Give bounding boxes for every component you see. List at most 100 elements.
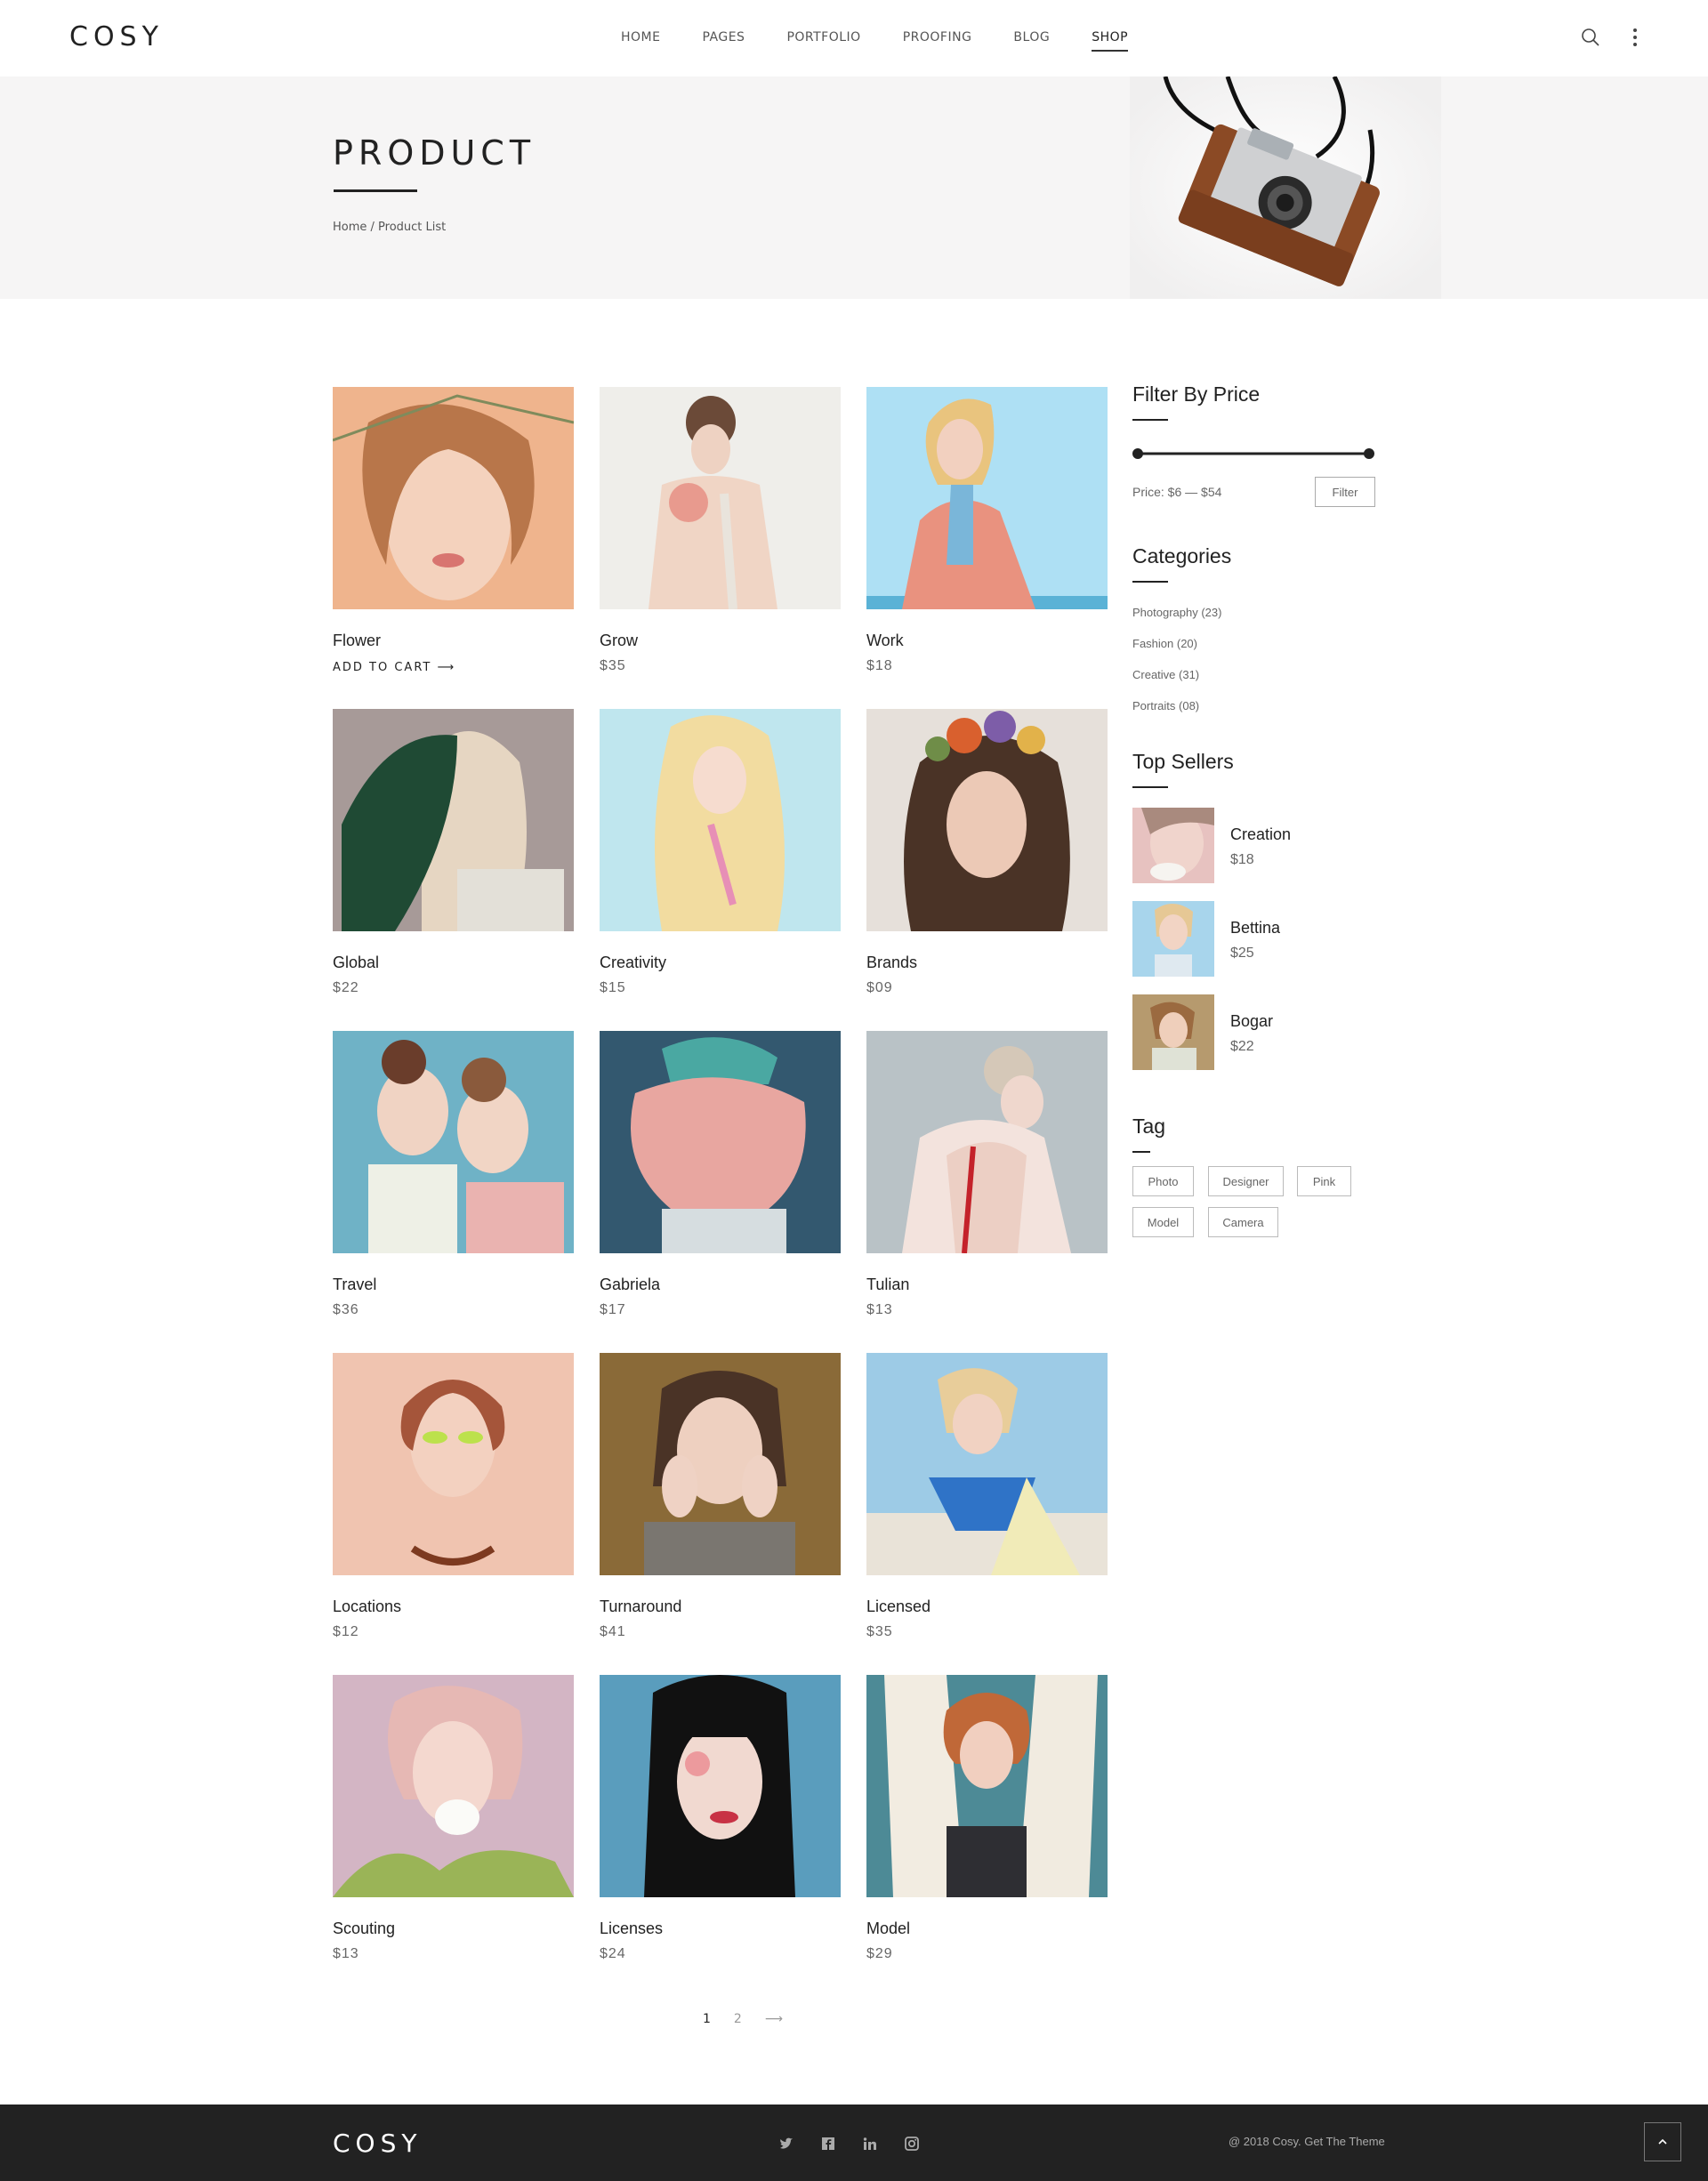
heading-underline [1132,419,1168,421]
product-name[interactable]: Licenses [600,1919,663,1938]
category-link-portraits[interactable]: Portraits (08) [1132,699,1382,714]
product-image[interactable] [333,1031,574,1253]
product-name[interactable]: Turnaround [600,1598,681,1616]
back-to-top-button[interactable] [1644,2122,1681,2161]
seller-thumbnail[interactable] [1132,808,1214,883]
page-1-link[interactable]: 1 [703,2012,711,2026]
product-image[interactable] [600,1675,841,1897]
product-image[interactable] [866,1353,1108,1575]
product-name[interactable]: Locations [333,1598,401,1616]
product-card[interactable]: Locations $12 [333,1353,574,1639]
product-name[interactable]: Model [866,1919,910,1938]
product-image[interactable] [600,1353,841,1575]
top-seller-item[interactable]: Creation $18 [1132,808,1382,883]
product-name[interactable]: Global [333,954,379,972]
product-name[interactable]: Tulian [866,1276,909,1294]
product-image[interactable] [333,1675,574,1897]
product-price: $18 [866,658,893,673]
product-card[interactable]: Licenses $24 [600,1675,841,1961]
product-card[interactable]: Creativity $15 [600,709,841,995]
nav-proofing[interactable]: PROOFING [903,30,972,52]
more-vertical-icon[interactable] [1624,27,1646,48]
search-icon[interactable] [1580,27,1601,48]
add-to-cart-button[interactable]: ADD TO CART ⟶ [333,661,455,674]
product-card[interactable]: Gabriela $17 [600,1031,841,1317]
product-image[interactable] [866,1675,1108,1897]
product-image[interactable] [866,1031,1108,1253]
nav-shop[interactable]: SHOP [1092,30,1129,52]
product-card[interactable]: Brands $09 [866,709,1108,995]
product-image[interactable] [866,709,1108,931]
title-underline [334,189,417,192]
tag-photo[interactable]: Photo [1132,1166,1194,1196]
product-image[interactable] [866,387,1108,609]
instagram-icon[interactable] [903,2135,921,2153]
tag-pink[interactable]: Pink [1297,1166,1351,1196]
product-name[interactable]: Licensed [866,1598,931,1616]
top-navigation-bar: COSY HOME PAGES PORTFOLIO PROOFING BLOG … [0,0,1708,76]
filter-button[interactable]: Filter [1315,477,1375,507]
product-name[interactable]: Brands [866,954,917,972]
product-name[interactable]: Work [866,632,904,650]
product-image[interactable] [333,1353,574,1575]
product-card[interactable]: Flower ADD TO CART ⟶ [333,387,574,674]
seller-thumbnail[interactable] [1132,994,1214,1070]
product-card[interactable]: Travel $36 [333,1031,574,1317]
product-price: $35 [600,658,626,673]
twitter-icon[interactable] [777,2135,795,2153]
category-link-creative[interactable]: Creative (31) [1132,668,1382,683]
product-name[interactable]: Scouting [333,1919,395,1938]
product-image[interactable] [600,1031,841,1253]
product-card[interactable]: Grow $35 [600,387,841,673]
tag-model[interactable]: Model [1132,1207,1194,1237]
product-price: $35 [866,1624,893,1639]
top-seller-item[interactable]: Bogar $22 [1132,994,1382,1070]
tag-camera[interactable]: Camera [1208,1207,1278,1237]
chevron-up-icon [1658,2138,1667,2145]
product-name[interactable]: Travel [333,1276,376,1294]
heading-underline [1132,786,1168,788]
next-page-arrow-icon[interactable]: ⟶ [765,2012,783,2026]
category-link-photography[interactable]: Photography (23) [1132,606,1382,621]
product-card[interactable]: Work $18 [866,387,1108,673]
seller-name[interactable]: Creation [1230,825,1291,844]
seller-name[interactable]: Bogar [1230,1012,1273,1031]
seller-name[interactable]: Bettina [1230,919,1280,938]
product-name[interactable]: Grow [600,632,638,650]
range-min-handle [1132,448,1143,459]
product-name[interactable]: Flower [333,632,381,650]
tags-section: Tag Photo Designer Pink Model Camera [1132,1115,1382,1237]
product-card[interactable]: Global $22 [333,709,574,995]
seller-thumbnail[interactable] [1132,901,1214,977]
product-image[interactable] [333,387,574,609]
facebook-icon[interactable] [819,2135,837,2153]
product-card[interactable]: Licensed $35 [866,1353,1108,1639]
product-card[interactable]: Model $29 [866,1675,1108,1961]
nav-blog[interactable]: BLOG [1013,30,1050,52]
page-title: PRODUCT [333,133,536,173]
filter-by-price-heading: Filter By Price [1132,382,1261,406]
category-link-fashion[interactable]: Fashion (20) [1132,637,1382,652]
footer-logo[interactable]: COSY [333,2129,422,2158]
heading-underline [1132,581,1168,583]
linkedin-icon[interactable] [861,2135,879,2153]
breadcrumb[interactable]: Home / Product List [333,221,446,234]
product-card[interactable]: Turnaround $41 [600,1353,841,1639]
product-card[interactable]: Tulian $13 [866,1031,1108,1317]
nav-home[interactable]: HOME [621,30,660,52]
product-card[interactable]: Scouting $13 [333,1675,574,1961]
page-2-link[interactable]: 2 [734,2012,742,2026]
top-seller-item[interactable]: Bettina $25 [1132,901,1382,977]
tag-designer[interactable]: Designer [1208,1166,1284,1196]
nav-pages[interactable]: PAGES [702,30,745,52]
product-image[interactable] [600,387,841,609]
nav-portfolio[interactable]: PORTFOLIO [786,30,860,52]
product-name[interactable]: Creativity [600,954,666,972]
product-price: $29 [866,1946,893,1961]
price-range-slider[interactable] [1132,445,1374,463]
product-name[interactable]: Gabriela [600,1276,660,1294]
brand-logo[interactable]: COSY [69,21,164,52]
product-image[interactable] [600,709,841,931]
product-image[interactable] [333,709,574,931]
site-footer: COSY @ 2018 Cosy. Get The Theme [0,2105,1708,2181]
